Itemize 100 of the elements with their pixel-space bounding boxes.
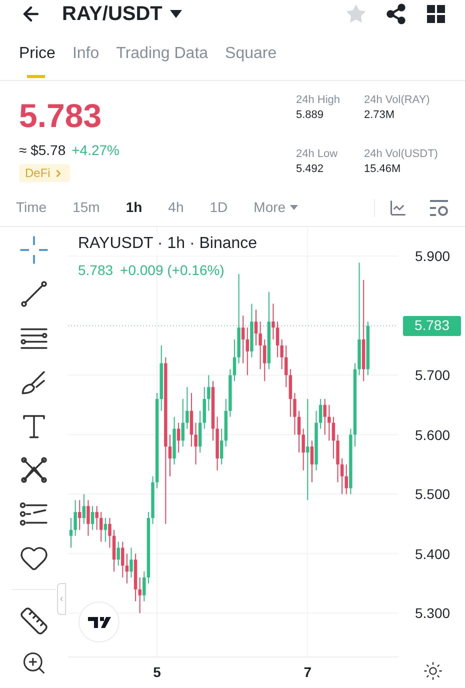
- price-axis-label: 5.500: [415, 486, 450, 502]
- candlestick: [263, 338, 266, 382]
- candlestick: [194, 422, 198, 465]
- price-change: +4.27%: [72, 141, 120, 160]
- interval-tab[interactable]: 15m: [72, 197, 100, 218]
- candlestick: [86, 500, 90, 536]
- candlestick: [293, 392, 296, 436]
- candlestick: [202, 386, 206, 430]
- candlestick: [82, 494, 86, 524]
- tab[interactable]: Trading Data: [116, 42, 208, 80]
- candlestick: [306, 398, 310, 501]
- chart-title: RAYUSDT · 1h · Binance: [78, 232, 258, 256]
- stat-value: 15.46M: [364, 162, 402, 177]
- last-price: 5.783: [19, 96, 103, 136]
- candlestick: [310, 440, 314, 483]
- candlestick: [288, 368, 292, 418]
- candlestick: [121, 541, 124, 578]
- candlestick: [232, 338, 236, 382]
- candlestick: [100, 512, 103, 542]
- price-axis-label: 5.400: [415, 546, 450, 562]
- candlestick: [246, 327, 250, 376]
- candlestick: [336, 434, 340, 483]
- candlestick: [297, 410, 301, 454]
- price-axis-label: 5.600: [415, 426, 450, 443]
- theme-icon[interactable]: [423, 661, 443, 681]
- candlestick: [318, 398, 322, 430]
- stat-label: 24h High: [296, 93, 342, 108]
- candlestick: [280, 338, 284, 370]
- candlestick: [168, 434, 172, 477]
- pair-title[interactable]: RAY/USDT: [62, 0, 162, 29]
- candlestick: [220, 428, 224, 465]
- stat-value: 5.492: [296, 162, 325, 177]
- tab[interactable]: Info: [72, 42, 100, 80]
- current-price-label: 5.783: [403, 316, 461, 336]
- candlestick: [276, 321, 280, 358]
- time-axis-label: 5: [152, 663, 162, 682]
- interval-tab[interactable]: 1D: [210, 197, 228, 218]
- price-axis-label: 5.300: [415, 605, 450, 622]
- candlestick: [138, 576, 142, 614]
- candlestick: [125, 553, 129, 584]
- candlestick: [198, 410, 202, 454]
- caret-icon: [290, 205, 298, 210]
- candlestick: [186, 386, 189, 430]
- tab[interactable]: Square: [225, 42, 277, 80]
- candlestick: [332, 416, 336, 459]
- chart-last-price: 5.783: [78, 261, 114, 280]
- favorite-star-icon[interactable]: [345, 3, 367, 25]
- candlestick: [323, 398, 326, 436]
- candlestick: [344, 464, 348, 495]
- candlestick: [69, 517, 73, 548]
- grid-icon[interactable]: [427, 5, 445, 23]
- candlestick: [108, 517, 112, 548]
- candlestick: [190, 392, 194, 448]
- fiat-price: ≈ $5.78: [19, 141, 66, 160]
- candlestick: [104, 517, 108, 542]
- stat-value: 2.73M: [364, 108, 396, 123]
- candlestick: [90, 506, 94, 530]
- candlestick: [242, 315, 245, 364]
- chart-change: +0.009 (+0.16%): [120, 261, 224, 280]
- share-icon[interactable]: [385, 3, 407, 25]
- crosshair-icon[interactable]: [19, 235, 49, 265]
- candlestick: [112, 529, 116, 572]
- price-axis-label: 5.700: [415, 367, 450, 384]
- candlestick: [176, 422, 180, 454]
- chart-settings-icon[interactable]: [429, 198, 449, 216]
- candlestick: [116, 541, 120, 566]
- candlestick: [328, 404, 331, 442]
- candlestick: [254, 309, 258, 346]
- stat-label: 24h Low: [296, 147, 339, 162]
- candlestick: [284, 344, 288, 388]
- candlestick: [74, 500, 77, 536]
- candlestick: [95, 506, 98, 530]
- pattern-icon[interactable]: [19, 455, 49, 485]
- indicator-icon[interactable]: [389, 198, 407, 216]
- trend-line-icon[interactable]: [19, 279, 49, 309]
- interval-tab[interactable]: 4h: [168, 197, 184, 218]
- interval-tab[interactable]: 1h: [126, 197, 142, 218]
- zoom-in-icon[interactable]: [21, 650, 47, 676]
- stat-label: 24h Vol(RAY): [364, 93, 431, 108]
- interval-tab[interactable]: More: [254, 197, 298, 218]
- candlestick: [340, 458, 344, 495]
- candlestick: [258, 321, 262, 370]
- candlestick: [207, 374, 210, 412]
- chevron-icon: [58, 595, 65, 603]
- sector-tag[interactable]: DeFi: [19, 164, 70, 182]
- candlestick: [181, 398, 184, 448]
- time-axis-label: 7: [302, 663, 313, 682]
- stat-label: 24h Vol(USDT): [364, 147, 439, 162]
- price-axis-label: 5.900: [415, 248, 450, 264]
- candlestick: [130, 547, 133, 578]
- ruler-icon[interactable]: [19, 606, 49, 636]
- candlestick: [272, 303, 275, 340]
- candlestick: [142, 571, 146, 602]
- tab[interactable]: Price: [19, 42, 56, 80]
- interval-tab[interactable]: Time: [16, 197, 47, 218]
- tab-underline: [27, 75, 45, 78]
- candlestick: [302, 428, 305, 471]
- stat-value: 5.889: [296, 108, 325, 123]
- caret-icon[interactable]: [170, 10, 182, 18]
- candlestick: [78, 500, 82, 530]
